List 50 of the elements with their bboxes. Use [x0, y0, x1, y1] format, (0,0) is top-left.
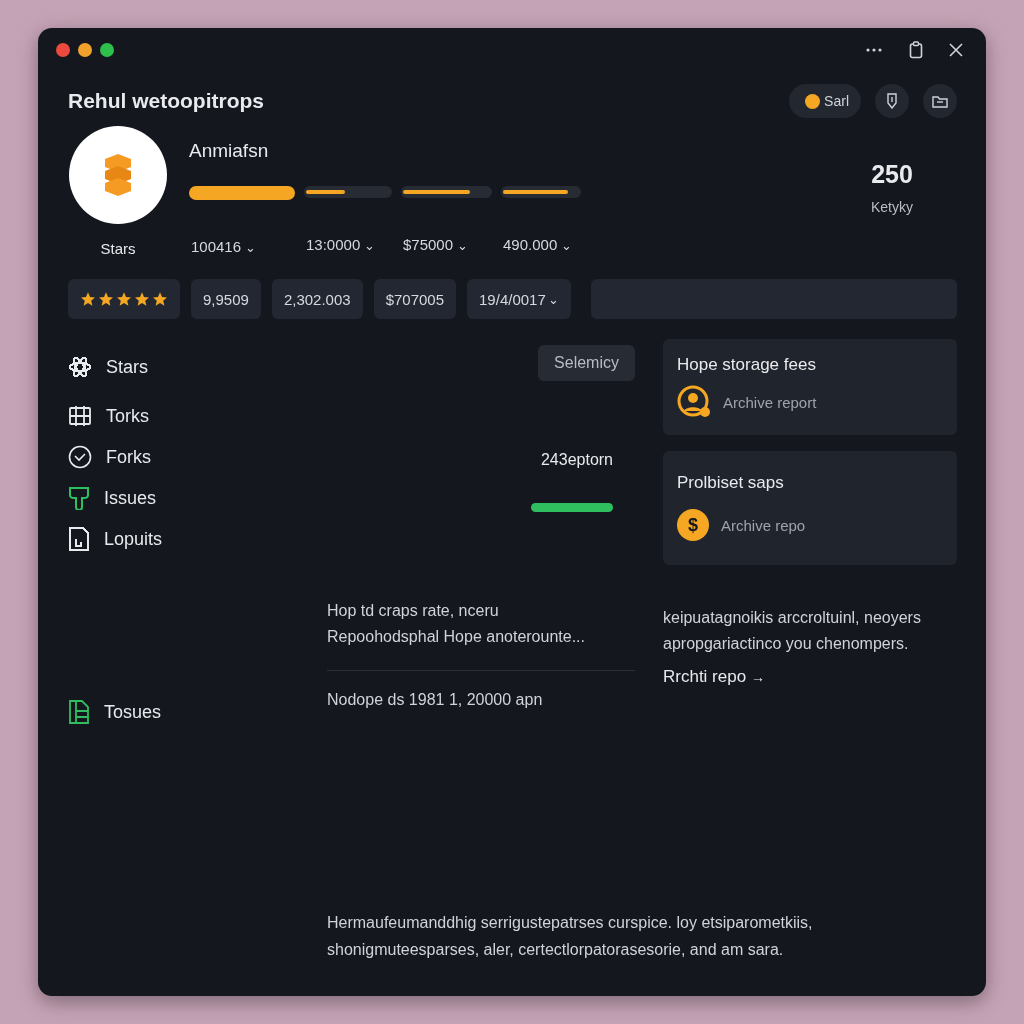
sidebar-item[interactable]: Forks — [68, 443, 327, 471]
folder-icon — [932, 94, 948, 108]
sidebar-item[interactable]: Torks — [68, 402, 327, 430]
value-chip: $707005 — [373, 279, 457, 319]
select-button[interactable]: Selemicy — [538, 345, 635, 381]
star-icon — [152, 291, 168, 307]
star-icon — [98, 291, 114, 307]
archive-link[interactable]: Archive report — [723, 393, 817, 411]
user-icon — [677, 385, 711, 419]
more-icon[interactable] — [865, 47, 883, 53]
stat-label: Ketyky — [871, 199, 913, 215]
archive-link[interactable]: Archive repo — [721, 516, 806, 534]
avatar-label: Stars — [100, 240, 136, 257]
sidebar-item[interactable]: Lopuits — [68, 525, 327, 553]
metric-value: 243eptorn — [540, 451, 613, 469]
repo-link[interactable]: Rrchti repo → — [663, 667, 765, 687]
value-dropdown[interactable]: $75000 ⌄ — [401, 236, 492, 253]
window-control-dot[interactable] — [56, 43, 70, 57]
card-title: Hope storage fees — [677, 355, 817, 375]
value-dropdown[interactable]: 490.000 ⌄ — [501, 236, 581, 253]
sidebar-item[interactable]: Stars — [68, 353, 327, 381]
profile-name: Anmiafsn — [189, 140, 270, 162]
value-dropdown[interactable]: 13:0000 ⌄ — [304, 236, 392, 253]
window-control-dot[interactable] — [100, 43, 114, 57]
date-dropdown[interactable]: 19/4/0017⌄ — [467, 279, 571, 319]
note-text: keipuatagnoikis arccroltuinl, neoyers apropgariactinco you chenompers. — [663, 608, 922, 654]
date-text: Nodope ds 1981 1, 20000 apn — [327, 691, 544, 709]
dollar-icon: $ — [677, 509, 709, 541]
value-chip: 9,9509 — [191, 279, 261, 319]
star-icon — [116, 291, 132, 307]
summary-text: Hop td craps rate, nceru — [327, 601, 500, 621]
sidebar-item[interactable]: Tosues — [68, 698, 327, 726]
status-button[interactable]: Sarl — [789, 84, 861, 118]
window-control-dot[interactable] — [78, 43, 92, 57]
tag-button[interactable] — [875, 84, 909, 118]
summary-text: Repoohodsphal Hope anoterounte... — [327, 627, 586, 647]
window-title: Rehul wetoopitrops — [68, 89, 264, 113]
star-icon — [134, 291, 150, 307]
tag-icon — [885, 93, 899, 109]
card-title: Prolbiset saps — [677, 473, 785, 493]
star-icon — [80, 291, 96, 307]
stat-value: 250 — [871, 160, 913, 189]
clipboard-icon[interactable] — [909, 41, 923, 59]
boxes-icon — [103, 153, 133, 197]
sidebar-item[interactable]: Issues — [68, 484, 327, 512]
value-chip: 2,302.003 — [271, 279, 363, 319]
value-dropdown[interactable]: 100416 ⌄ — [189, 238, 295, 255]
footer-text: Hermaufeumanddhig serrigustepatrses curspice. loy etsiparometkiis, shonigmuteesparses, aler, certectlorpatorasesorie, and am sara. — [327, 913, 814, 960]
folder-button[interactable] — [923, 84, 957, 118]
close-icon[interactable] — [949, 43, 963, 57]
